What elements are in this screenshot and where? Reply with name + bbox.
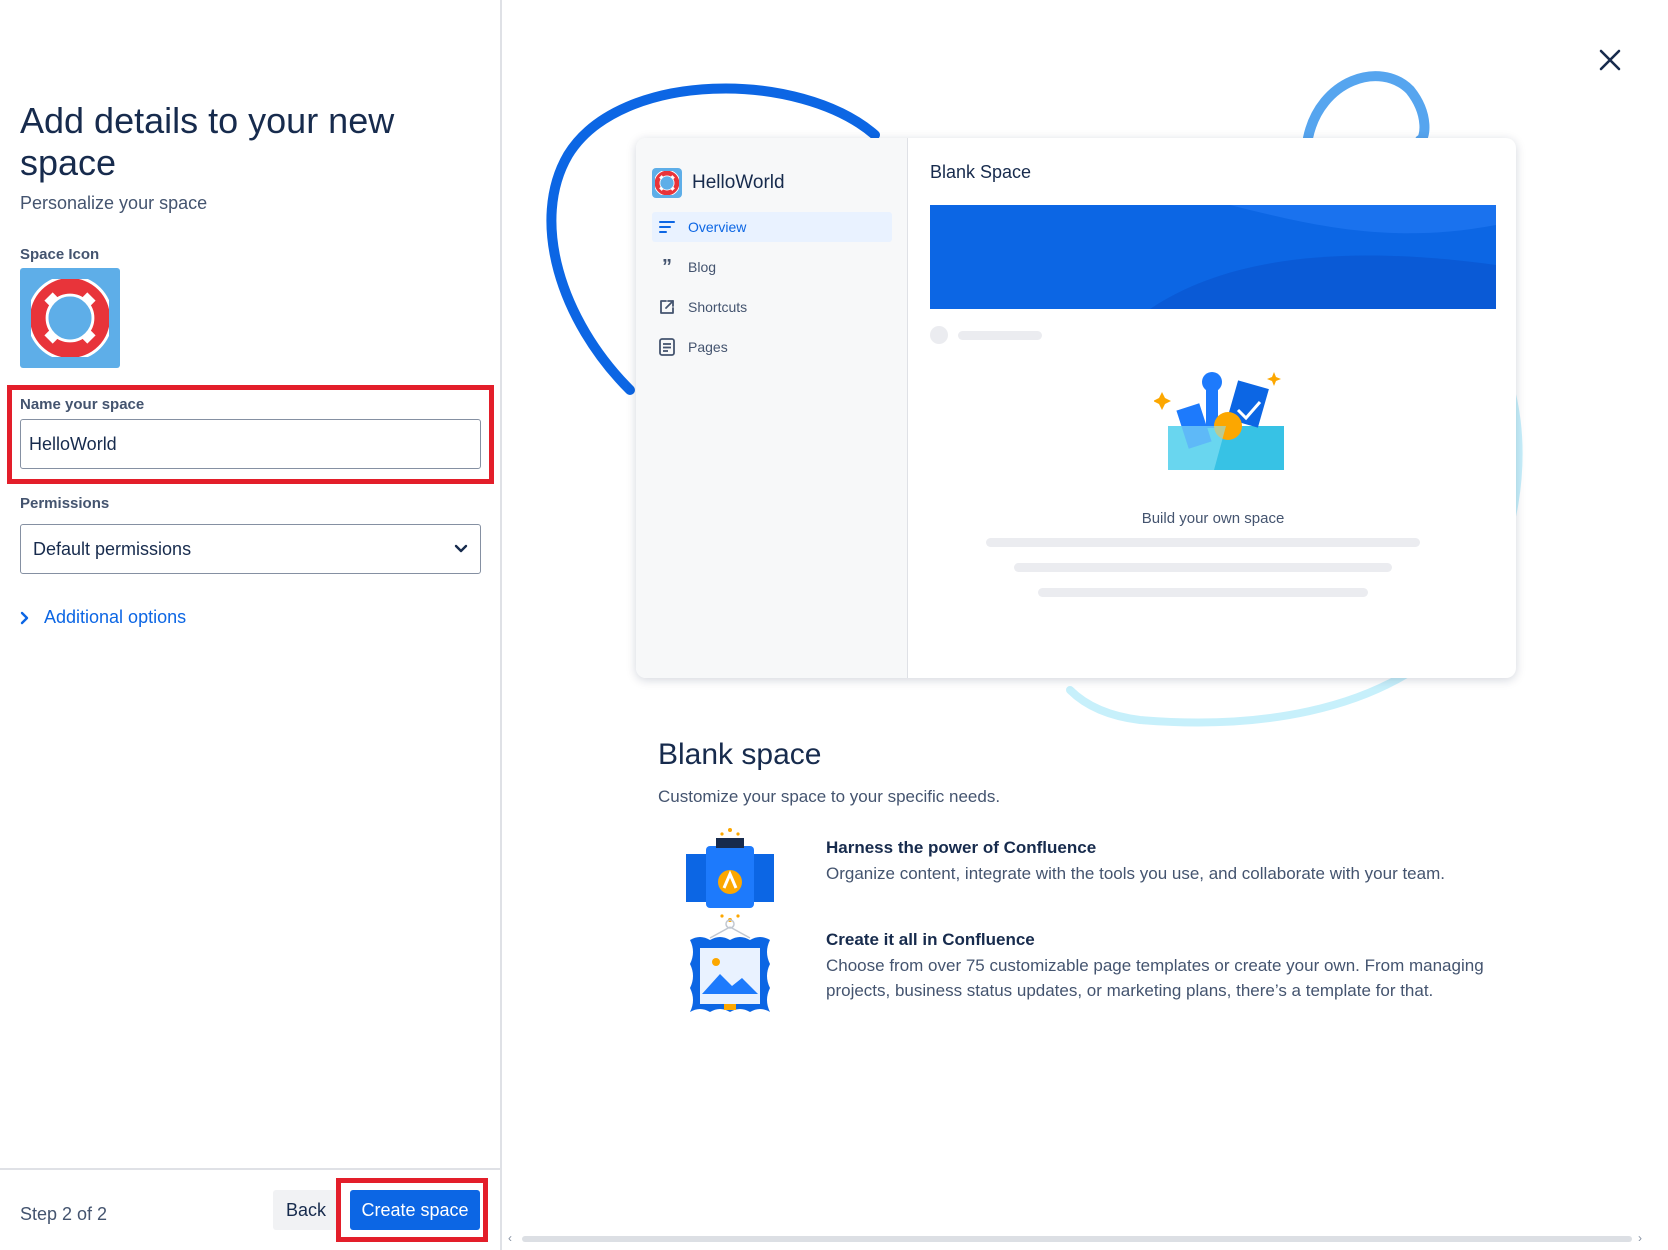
name-label: Name your space [20,396,145,413]
toolbox-illustration [1154,372,1284,470]
preview-main-title: Blank Space [930,162,1032,182]
permissions-label: Permissions [20,495,110,512]
feature-title: Create it all in Confluence [826,930,1035,949]
feature-description: Choose from over 75 customizable page te… [826,956,1484,1000]
lifebuoy-icon [652,168,682,198]
page-icon [658,338,676,356]
preview-nav-label: Blog [688,259,717,275]
preview-nav-shortcuts: Shortcuts [652,292,892,322]
preview-nav-label: Overview [688,219,747,235]
template-title: Blank space [658,738,822,771]
additional-options-toggle[interactable]: Additional options [20,607,186,628]
preview-space-name: HelloWorld [692,172,785,193]
chevron-right-icon [20,611,29,624]
preview-space-header: HelloWorld [652,168,785,198]
permissions-value: Default permissions [33,538,192,559]
battery-illustration [686,828,774,922]
preview-nav-blog: ” Blog [652,252,892,282]
preview-nav-pages: Pages [652,332,892,362]
page-subtitle: Personalize your space [20,193,208,213]
preview-skeleton-line [1014,563,1392,572]
step-indicator: Step 2 of 2 [20,1204,108,1224]
additional-options-label: Additional options [44,607,187,627]
picture-frame-illustration [690,919,770,1012]
preview-nav-label: Pages [688,339,728,355]
chevron-down-icon [454,544,468,553]
horizontal-scrollbar[interactable]: ‹ › [508,1231,1648,1245]
scrollbar-thumb[interactable] [522,1236,1632,1242]
overview-icon [658,218,676,236]
preview-avatar-placeholder [930,326,948,344]
page-title: Add details to your new space [20,100,395,183]
space-icon-picker[interactable] [20,268,120,368]
preview-skeleton-line [958,331,1042,340]
external-link-icon [658,298,676,316]
create-space-button[interactable]: Create space [350,1190,480,1230]
scroll-right-icon[interactable]: › [1638,1231,1642,1245]
feature-description: Organize content, integrate with the too… [826,864,1445,883]
space-icon-label: Space Icon [20,246,100,263]
preview-sidebar: HelloWorld Overview ” Blog Shortcuts Pag… [636,138,908,678]
footer: Step 2 of 2 Back Create space [0,1168,500,1250]
preview-skeleton-line [1038,588,1368,597]
preview-nav-overview: Overview [652,212,892,242]
space-name-input[interactable] [20,419,481,469]
permissions-select[interactable]: Default permissions [20,524,481,574]
details-panel: Add details to your new space Personaliz… [0,0,502,1250]
scroll-left-icon[interactable]: ‹ [508,1231,512,1245]
close-icon [1599,49,1621,71]
template-description: Customize your space to your specific ne… [658,787,1001,806]
lifebuoy-icon [31,279,109,357]
preview-skeleton-line [986,538,1420,547]
build-label: Build your own space [1141,510,1285,527]
preview-banner [930,205,1496,309]
back-button[interactable]: Back [273,1190,339,1230]
close-button[interactable] [1594,44,1626,76]
preview-nav-label: Shortcuts [688,299,748,315]
feature-title: Harness the power of Confluence [826,838,1097,857]
space-preview-card: HelloWorld Overview ” Blog Shortcuts Pag… [636,138,1516,678]
quote-icon: ” [662,255,672,278]
